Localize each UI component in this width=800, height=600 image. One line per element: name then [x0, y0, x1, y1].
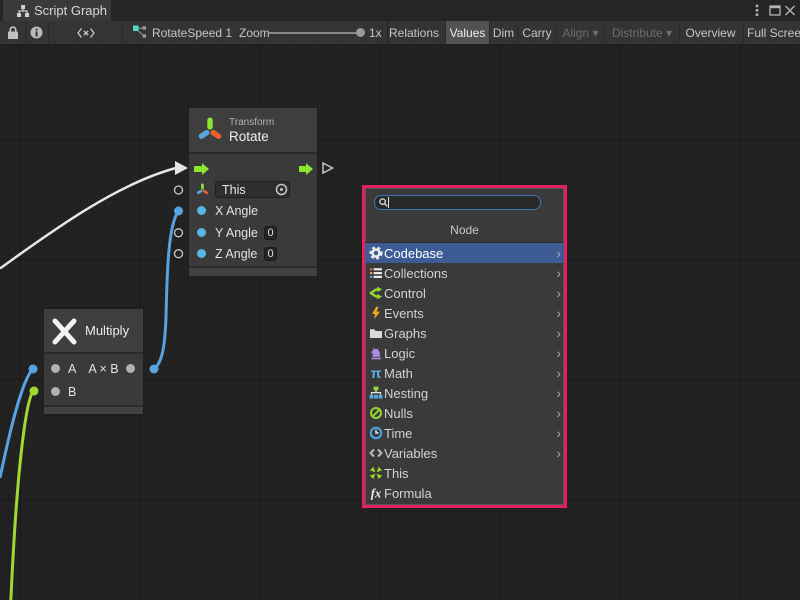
svg-text:fx: fx	[371, 487, 381, 501]
svg-text:π: π	[371, 366, 382, 380]
